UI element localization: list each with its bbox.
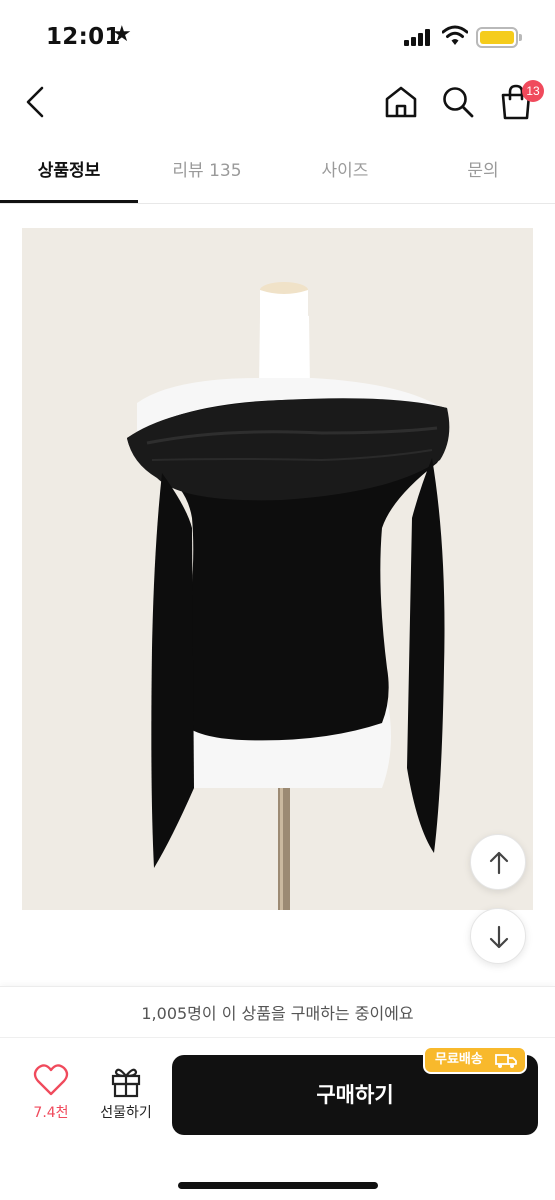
cart-count-badge: 13 xyxy=(522,80,544,102)
tab-reviews[interactable]: 리뷰 135 xyxy=(138,144,276,202)
product-image xyxy=(22,228,533,910)
status-bar: 12:01 ★ xyxy=(0,0,555,72)
like-button[interactable]: 7.4천 xyxy=(22,1062,80,1132)
gift-button[interactable]: 선물하기 xyxy=(88,1062,164,1132)
free-shipping-badge: 무료배송 xyxy=(423,1046,527,1074)
divider xyxy=(0,1037,555,1038)
buying-now-notice: 1,005명이 이 상품을 구매하는 중이에요 xyxy=(141,1004,414,1023)
arrow-down-icon xyxy=(489,925,509,949)
product-tabs: 상품정보 리뷰 135 사이즈 문의 xyxy=(0,144,555,204)
active-tab-indicator xyxy=(0,200,138,203)
arrow-up-icon xyxy=(489,851,509,875)
tab-product-info[interactable]: 상품정보 xyxy=(0,144,138,202)
product-photo-illustration xyxy=(127,282,450,910)
tab-size[interactable]: 사이즈 xyxy=(276,144,414,202)
like-count: 7.4천 xyxy=(33,1105,69,1121)
home-icon[interactable] xyxy=(383,84,419,120)
scroll-to-top-button[interactable] xyxy=(470,834,526,890)
top-nav-bar xyxy=(0,72,555,134)
home-indicator xyxy=(178,1182,378,1189)
battery-icon xyxy=(476,27,522,48)
wifi-icon xyxy=(442,25,468,45)
star-icon: ★ xyxy=(112,22,132,47)
back-arrow-icon[interactable] xyxy=(18,80,54,124)
search-icon[interactable] xyxy=(440,84,476,120)
cellular-signal-icon xyxy=(404,28,434,46)
gift-icon xyxy=(111,1068,141,1098)
gift-label: 선물하기 xyxy=(100,1105,152,1121)
scroll-down-button[interactable] xyxy=(470,908,526,964)
tab-inquiry[interactable]: 문의 xyxy=(414,144,552,202)
heart-icon xyxy=(33,1064,69,1096)
free-shipping-label: 무료배송 xyxy=(435,1052,483,1067)
truck-icon xyxy=(495,1054,517,1068)
status-time: 12:01 xyxy=(46,24,121,50)
